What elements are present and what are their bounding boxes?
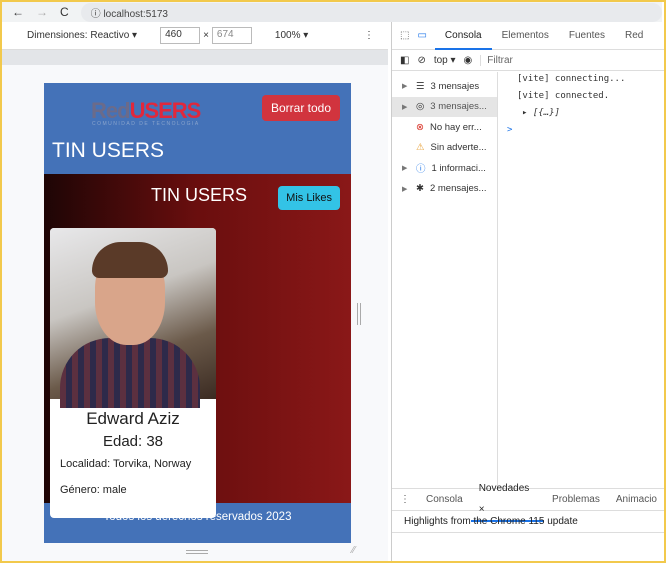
user-gender: Género: male bbox=[60, 484, 127, 496]
main-section: TIN USERS Mis Likes Edward Aziz Edad: 38… bbox=[44, 174, 351, 518]
reload-icon[interactable]: C bbox=[60, 5, 69, 19]
clear-console-icon[interactable]: ⊘ bbox=[417, 55, 425, 66]
list-icon: ☰ bbox=[416, 80, 425, 92]
forward-icon[interactable]: → bbox=[36, 5, 48, 19]
info-icon: ⓘ bbox=[416, 164, 426, 176]
tab-elementos[interactable]: Elementos bbox=[492, 22, 559, 50]
url-text: localhost:5173 bbox=[103, 8, 168, 20]
times-label: × bbox=[203, 30, 209, 41]
eye-icon[interactable]: ◉ bbox=[464, 55, 473, 66]
console-output: [vite] connecting... [vite] connected. ▸… bbox=[507, 74, 626, 142]
url-field[interactable]: ⓘ localhost:5173 bbox=[80, 2, 662, 22]
logo-tagline: COMUNIDAD DE TECNOLOGIA bbox=[92, 121, 200, 127]
console-sidebar: ▶ ☰ 3 mensajes ▶ ◎ 3 mensajes... ⊗ No hay err… bbox=[392, 72, 498, 487]
resize-handle-bottom[interactable] bbox=[186, 550, 208, 554]
bug-icon: ✱ bbox=[416, 183, 424, 195]
warning-icon: ⚠ bbox=[416, 142, 425, 154]
user-age: Edad: 38 bbox=[102, 433, 164, 450]
drawer-tab-novedades[interactable]: Novedades × bbox=[470, 478, 545, 522]
more-icon[interactable]: ⋮ bbox=[364, 30, 374, 41]
user-location: Localidad: Torvika, Norway bbox=[60, 458, 192, 470]
console-line: [vite] connecting... bbox=[517, 74, 626, 84]
user-photo bbox=[50, 228, 216, 408]
drawer-tab-animaciones[interactable]: Animacio bbox=[608, 489, 665, 510]
drawer-tab-problemas[interactable]: Problemas bbox=[544, 489, 608, 510]
dimensions-select[interactable]: Dimensiones: Reactivo ▾ bbox=[27, 30, 137, 41]
drawer-menu-icon[interactable]: ⋮ bbox=[392, 489, 418, 510]
address-bar: ← → C ⓘ localhost:5173 bbox=[2, 2, 662, 22]
sidebar-item-messages[interactable]: ▶ ☰ 3 mensajes bbox=[392, 76, 497, 97]
sidebar-toggle-icon[interactable]: ◧ bbox=[400, 55, 409, 66]
sidebar-item-warnings[interactable]: ⚠ Sin adverte... bbox=[392, 138, 497, 159]
sidebar-item-user-messages[interactable]: ▶ ◎ 3 mensajes... bbox=[392, 96, 497, 117]
device-toggle-icon[interactable]: ▭ bbox=[415, 30, 434, 41]
console-prompt[interactable]: > bbox=[507, 125, 625, 142]
console-toolbar: ◧ ⊘ top ▾ ◉ Filtrar bbox=[392, 50, 664, 71]
inspect-icon[interactable]: ⬚ bbox=[392, 30, 415, 41]
tab-consola[interactable]: Consola bbox=[434, 22, 492, 50]
back-icon[interactable]: ← bbox=[12, 5, 24, 19]
user-card[interactable]: Edward Aziz Edad: 38 Localidad: Torvika,… bbox=[50, 228, 216, 518]
context-select[interactable]: top ▾ bbox=[434, 55, 456, 66]
app-viewport: RedUSERS COMUNIDAD DE TECNOLOGIA Borrar … bbox=[44, 83, 351, 543]
sidebar-item-errors[interactable]: ⊗ No hay err... bbox=[392, 117, 497, 138]
drawer-tabs: ⋮ Consola Novedades × Problemas Animacio bbox=[392, 483, 665, 522]
user-icon: ◎ bbox=[416, 101, 425, 113]
section-title: TIN USERS bbox=[151, 185, 248, 205]
tab-fuentes[interactable]: Fuentes bbox=[559, 22, 615, 50]
devtools-panel: ⬚ ▭ Consola Elementos Fuentes Red ◧ ⊘ to… bbox=[391, 22, 665, 561]
width-input[interactable]: 460 bbox=[160, 27, 201, 44]
zoom-select[interactable]: 100% ▾ bbox=[275, 30, 308, 41]
app-title: TIN USERS bbox=[52, 139, 165, 162]
clear-all-button[interactable]: Borrar todo bbox=[261, 95, 340, 121]
device-toolbar: Dimensiones: Reactivo ▾ 460 × 674 100% ▾… bbox=[2, 22, 388, 50]
my-likes-button[interactable]: Mis Likes bbox=[278, 186, 340, 210]
devtools-drawer: ⋮ Consola Novedades × Problemas Animacio… bbox=[392, 483, 665, 533]
media-query-ruler bbox=[2, 50, 388, 65]
drawer-tab-consola[interactable]: Consola bbox=[418, 489, 471, 510]
console-line: [vite] connected. bbox=[517, 91, 610, 101]
console-object[interactable]: ▸ [{…}] bbox=[517, 108, 625, 125]
error-icon: ⊗ bbox=[416, 121, 424, 133]
user-name: Edward Aziz bbox=[86, 409, 180, 428]
resize-corner-icon[interactable]: ⁄⁄ bbox=[352, 545, 355, 556]
height-input[interactable]: 674 bbox=[211, 27, 252, 44]
tab-red[interactable]: Red bbox=[615, 22, 653, 50]
app-header: RedUSERS COMUNIDAD DE TECNOLOGIA Borrar … bbox=[44, 83, 351, 174]
filter-input[interactable]: Filtrar bbox=[480, 54, 513, 66]
sidebar-item-verbose[interactable]: ▶ ✱ 2 mensajes... bbox=[392, 179, 497, 200]
sidebar-item-info[interactable]: ▶ ⓘ 1 informaci... bbox=[392, 158, 497, 179]
devtools-tabs: ⬚ ▭ Consola Elementos Fuentes Red bbox=[392, 22, 664, 50]
resize-handle-right[interactable] bbox=[357, 303, 361, 325]
